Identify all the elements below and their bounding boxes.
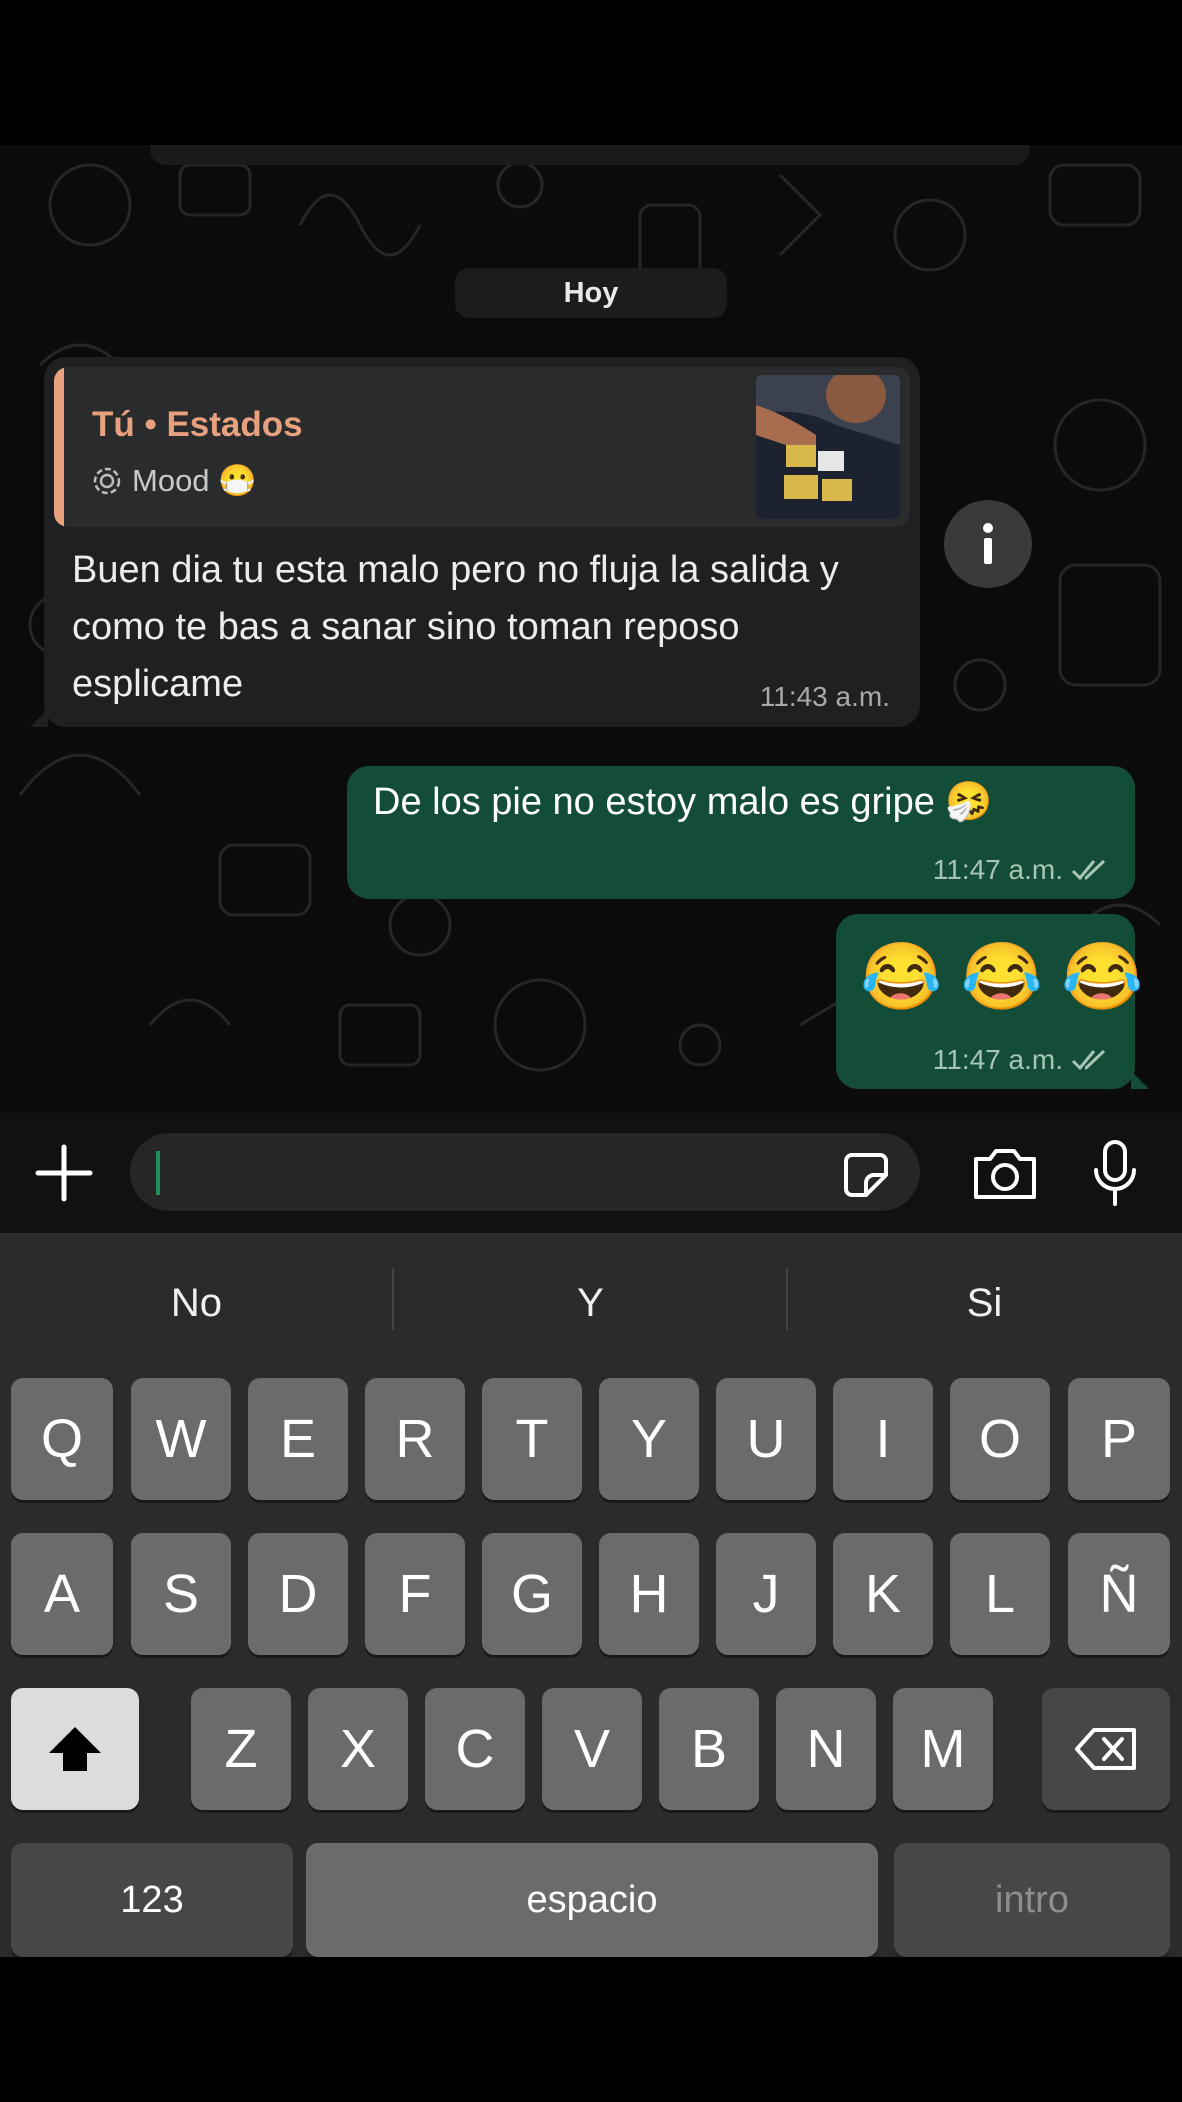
key-u[interactable]: U bbox=[716, 1378, 816, 1500]
suggestion-1[interactable]: No bbox=[0, 1233, 393, 1373]
key-c[interactable]: C bbox=[425, 1688, 525, 1810]
key-f[interactable]: F bbox=[365, 1533, 465, 1655]
bubble-tail bbox=[30, 709, 48, 727]
return-key[interactable]: intro bbox=[894, 1843, 1170, 1957]
bubble-tail bbox=[1131, 1071, 1149, 1089]
key-a[interactable]: A bbox=[11, 1533, 113, 1655]
quote-subtitle: Mood 😷 bbox=[92, 462, 257, 499]
space-key[interactable]: espacio bbox=[306, 1843, 878, 1957]
keyboard: No Y Si Q W E R T Y U I O P A S D F G H … bbox=[0, 1233, 1182, 1957]
key-h[interactable]: H bbox=[599, 1533, 699, 1655]
quote-accent-bar bbox=[54, 367, 64, 527]
info-button[interactable] bbox=[944, 500, 1032, 588]
key-l[interactable]: L bbox=[950, 1533, 1050, 1655]
double-check-icon bbox=[1071, 1049, 1106, 1071]
message-input[interactable] bbox=[130, 1133, 920, 1211]
message-emoji: 😂 😂 😂 bbox=[860, 939, 1144, 1013]
status-thumbnail bbox=[756, 375, 900, 519]
key-r[interactable]: R bbox=[365, 1378, 465, 1500]
message-input-bar bbox=[0, 1113, 1182, 1233]
microphone-icon[interactable] bbox=[1090, 1138, 1140, 1208]
date-separator: Hoy bbox=[455, 268, 727, 318]
key-e[interactable]: E bbox=[248, 1378, 348, 1500]
key-y[interactable]: Y bbox=[599, 1378, 699, 1500]
message-time: 11:47 a.m. bbox=[932, 1044, 1063, 1075]
shift-key[interactable] bbox=[11, 1688, 139, 1810]
key-n[interactable]: N bbox=[776, 1688, 876, 1810]
quote-subtitle-text: Mood 😷 bbox=[132, 463, 257, 498]
shift-arrow-icon bbox=[49, 1727, 101, 1771]
quoted-status-reply[interactable]: Tú • Estados Mood 😷 bbox=[54, 367, 910, 527]
key-i[interactable]: I bbox=[833, 1378, 933, 1500]
home-indicator-area bbox=[0, 1957, 1182, 2102]
message-text: De los pie no estoy malo es gripe 🤧 bbox=[373, 781, 993, 823]
info-icon bbox=[983, 523, 993, 564]
plus-icon[interactable] bbox=[32, 1141, 96, 1205]
key-o[interactable]: O bbox=[950, 1378, 1050, 1500]
double-check-icon bbox=[1071, 859, 1106, 881]
key-d[interactable]: D bbox=[248, 1533, 348, 1655]
text-caret bbox=[156, 1151, 160, 1195]
suggestion-2[interactable]: Y bbox=[394, 1233, 787, 1373]
sticker-icon[interactable] bbox=[842, 1151, 890, 1199]
key-b[interactable]: B bbox=[659, 1688, 759, 1810]
key-j[interactable]: J bbox=[716, 1533, 816, 1655]
incoming-message-bubble[interactable]: Tú • Estados Mood 😷 Buen dia tu esta mal… bbox=[30, 357, 920, 727]
key-s[interactable]: S bbox=[131, 1533, 231, 1655]
camera-icon[interactable] bbox=[970, 1143, 1040, 1203]
suggestion-3[interactable]: Si bbox=[788, 1233, 1181, 1373]
key-g[interactable]: G bbox=[482, 1533, 582, 1655]
status-icon bbox=[93, 467, 121, 494]
outgoing-message-bubble[interactable]: 😂 😂 😂 11:47 a.m. bbox=[836, 914, 1149, 1089]
key-q[interactable]: Q bbox=[11, 1378, 113, 1500]
backspace-key[interactable] bbox=[1042, 1688, 1170, 1810]
backspace-icon bbox=[1075, 1728, 1136, 1770]
key-x[interactable]: X bbox=[308, 1688, 408, 1810]
message-time-row: 11:47 a.m. bbox=[933, 1044, 1109, 1076]
key-k[interactable]: K bbox=[833, 1533, 933, 1655]
key-p[interactable]: P bbox=[1068, 1378, 1170, 1500]
key-v[interactable]: V bbox=[542, 1688, 642, 1810]
numbers-key[interactable]: 123 bbox=[11, 1843, 293, 1957]
message-time: 11:43 a.m. bbox=[759, 681, 890, 712]
key-t[interactable]: T bbox=[482, 1378, 582, 1500]
quote-title: Tú • Estados bbox=[92, 405, 303, 444]
message-time: 11:47 a.m. bbox=[932, 854, 1063, 885]
outgoing-message-bubble[interactable]: De los pie no estoy malo es gripe 🤧 11:4… bbox=[347, 766, 1135, 899]
key-m[interactable]: M bbox=[893, 1688, 993, 1810]
key-enye[interactable]: Ñ bbox=[1068, 1533, 1170, 1655]
top-strip bbox=[150, 145, 1030, 165]
key-w[interactable]: W bbox=[131, 1378, 231, 1500]
message-time-row: 11:47 a.m. bbox=[933, 854, 1109, 886]
key-z[interactable]: Z bbox=[191, 1688, 291, 1810]
